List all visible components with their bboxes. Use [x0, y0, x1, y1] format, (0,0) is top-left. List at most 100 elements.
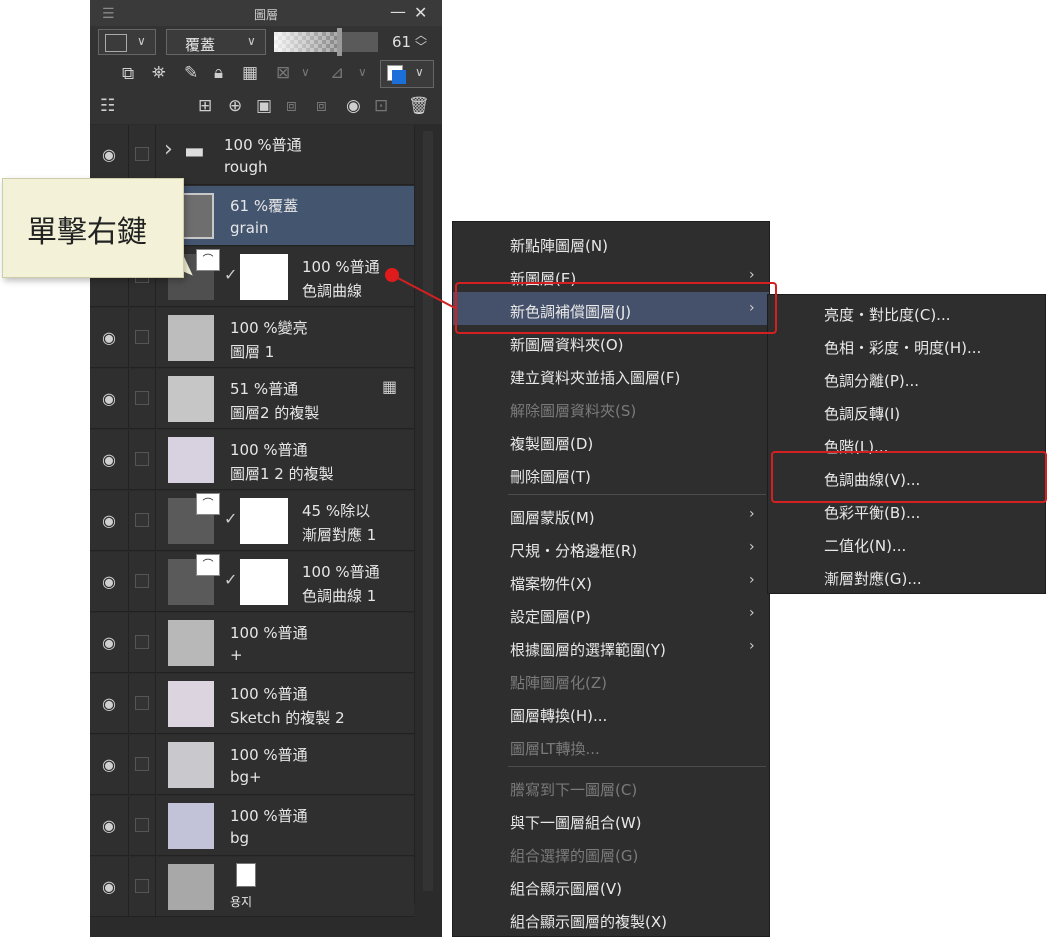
layer-blend-opacity: 100 %普通 — [230, 746, 308, 764]
visibility-eye-icon[interactable]: ◉ — [102, 877, 116, 896]
blend-mode-dropdown[interactable]: 覆蓋 ∨ — [166, 29, 266, 55]
draft-layer-icon[interactable]: ✎ — [184, 63, 198, 83]
layer-panel: ☰ 圖層 — ✕ ∨ 覆蓋 ∨ 61 ︿ ﹀ ⧉ ⛯ ✎ 🔒︎ ▦ ⊠ ∨ ⊿ ∨ — [90, 0, 442, 937]
visibility-eye-icon[interactable]: ◉ — [102, 389, 116, 408]
new-folder-icon[interactable]: ▣ — [256, 96, 272, 116]
context-menu-item[interactable]: 建立資料夾並插入圖層(F) — [453, 358, 769, 391]
visibility-eye-icon[interactable]: ◉ — [102, 145, 116, 164]
submenu-item-label: 二值化(N)... — [824, 537, 907, 555]
opacity-handle[interactable] — [337, 28, 342, 56]
submenu-item[interactable]: 色調分離(P)... — [768, 362, 1045, 395]
minimize-button[interactable]: — — [390, 2, 406, 21]
chevron-down-icon: ∨ — [247, 34, 256, 48]
layer-select-checkbox[interactable] — [135, 696, 149, 710]
layer-select-checkbox[interactable] — [135, 452, 149, 466]
layer-row[interactable]: ◉ 100 %普通 bg — [90, 796, 414, 856]
context-menu-item[interactable]: 圖層蒙版(M) › — [453, 498, 769, 531]
context-menu-item[interactable]: 新點陣圖層(N) — [453, 226, 769, 259]
visibility-eye-icon[interactable]: ◉ — [102, 450, 116, 469]
submenu-item-label: 色調反轉(I) — [824, 405, 901, 423]
blend-mode-value: 覆蓋 — [185, 36, 216, 54]
submenu-item[interactable]: 色相・彩度・明度(H)... — [768, 329, 1045, 362]
visibility-eye-icon[interactable]: ◉ — [102, 694, 116, 713]
submenu-item[interactable]: 漸層對應(G)... — [768, 560, 1045, 593]
context-menu-item[interactable]: 檔案物件(X) › — [453, 564, 769, 597]
transfer-down-icon[interactable]: ⧈ — [286, 96, 297, 116]
menu-item-label: 刪除圖層(T) — [510, 468, 591, 486]
layer-list-icon[interactable]: ☷ — [100, 96, 115, 116]
visibility-eye-icon[interactable]: ◉ — [102, 511, 116, 530]
opacity-slider[interactable] — [274, 28, 378, 56]
expression-color-dropdown[interactable]: ∨ — [98, 29, 156, 55]
layer-row[interactable]: ◉ 100 %普通 + — [90, 613, 414, 673]
chevron-down-icon[interactable]: ∨ — [301, 65, 310, 79]
layer-row[interactable]: ◉ 100 %變亮 圖層 1 — [90, 308, 414, 368]
context-menu-item[interactable]: 與下一圖層組合(W) — [453, 803, 769, 836]
menu-item-label: 圖層轉換(H)... — [510, 707, 608, 725]
layer-list-scrollbar[interactable] — [414, 125, 442, 903]
delete-layer-icon[interactable]: 🗑︎ — [408, 96, 430, 116]
chevron-down-icon: ∨ — [137, 34, 146, 48]
context-menu-item: 圖層LT轉換... — [453, 729, 769, 762]
layer-select-checkbox[interactable] — [135, 574, 149, 588]
layer-row[interactable]: ◉ 100 %普通 Sketch 的複製 2 — [90, 674, 414, 734]
layer-name: 용지 — [230, 895, 253, 909]
visibility-eye-icon[interactable]: ◉ — [102, 572, 116, 591]
folder-expand-icon[interactable]: › — [164, 137, 173, 162]
layer-select-checkbox[interactable] — [135, 818, 149, 832]
menu-item-label: 組合顯示圖層(V) — [510, 880, 622, 898]
scroll-track[interactable] — [423, 131, 433, 891]
layer-name: + — [230, 646, 243, 664]
submenu-item[interactable]: 亮度・對比度(C)... — [768, 296, 1045, 329]
visibility-eye-icon[interactable]: ◉ — [102, 816, 116, 835]
context-menu-item[interactable]: 尺規・分格邊框(R) › — [453, 531, 769, 564]
submenu-item[interactable]: 二值化(N)... — [768, 527, 1045, 560]
visibility-eye-icon[interactable]: ◉ — [102, 755, 116, 774]
context-menu-item[interactable]: 複製圖層(D) — [453, 424, 769, 457]
layer-select-checkbox[interactable] — [135, 513, 149, 527]
close-button[interactable]: ✕ — [414, 3, 427, 22]
mask-link-icon: ✓ — [224, 509, 238, 528]
context-menu-item: 組合選擇的圖層(G) — [453, 836, 769, 869]
ruler-icon[interactable]: ⊿ — [330, 63, 344, 83]
context-menu-item[interactable]: 組合顯示圖層的複製(X) — [453, 902, 769, 935]
submenu-item[interactable]: 色調反轉(I) — [768, 395, 1045, 428]
submenu-arrow-icon: › — [749, 638, 755, 654]
layer-color-dropdown[interactable]: ∨ — [380, 60, 434, 88]
apply-mask-icon[interactable]: ⊡ — [374, 96, 388, 116]
layer-select-checkbox[interactable] — [135, 147, 149, 161]
clip-to-layer-below-icon[interactable]: ⧉ — [122, 64, 134, 84]
context-menu-item[interactable]: 設定圖層(P) › — [453, 597, 769, 630]
layer-row[interactable]: ◉ 용지 — [90, 857, 414, 917]
layer-select-checkbox[interactable] — [135, 391, 149, 405]
chevron-down-icon[interactable]: ∨ — [358, 65, 367, 79]
context-menu-item[interactable]: 圖層轉換(H)... — [453, 696, 769, 729]
merge-down-icon[interactable]: ⧈ — [316, 96, 327, 116]
layer-row[interactable]: ◉ › ▬ 100 %普通 rough — [90, 125, 414, 185]
layer-row[interactable]: ◉ ⌒ ✓ 100 %普通 色調曲線 1 — [90, 552, 414, 612]
layer-thumbnail — [168, 864, 214, 910]
layer-row[interactable]: ◉ 100 %普通 bg+ — [90, 735, 414, 795]
layer-blend-opacity: 100 %普通 — [230, 807, 308, 825]
visibility-eye-icon[interactable]: ◉ — [102, 633, 116, 652]
layer-row[interactable]: ◉ 51 %普通 圖層2 的複製 ▦ — [90, 369, 414, 429]
layer-select-checkbox[interactable] — [135, 635, 149, 649]
layer-row[interactable]: ◉ 100 %普通 圖層1 2 的複製 — [90, 430, 414, 490]
layer-row[interactable]: ◉ ⌒ ✓ 45 %除以 漸層對應 1 — [90, 491, 414, 551]
create-mask-icon[interactable]: ◉ — [346, 96, 361, 116]
layer-select-checkbox[interactable] — [135, 879, 149, 893]
menu-item-label: 圖層LT轉換... — [510, 740, 600, 758]
visibility-eye-icon[interactable]: ◉ — [102, 328, 116, 347]
opacity-spinner[interactable]: ︿ ﹀ — [415, 29, 427, 53]
lock-layer-icon[interactable]: 🔒︎ — [214, 63, 223, 83]
new-raster-layer-icon[interactable]: ⊞ — [198, 96, 212, 116]
layer-select-checkbox[interactable] — [135, 330, 149, 344]
lock-transparency-icon[interactable]: ▦ — [242, 63, 258, 83]
new-vector-layer-icon[interactable]: ⊕ — [228, 96, 242, 116]
mask-enable-icon[interactable]: ⊠ — [276, 63, 290, 83]
context-menu-item[interactable]: 刪除圖層(T) — [453, 457, 769, 490]
context-menu-item[interactable]: 組合顯示圖層(V) — [453, 869, 769, 902]
layer-select-checkbox[interactable] — [135, 757, 149, 771]
context-menu-item[interactable]: 根據圖層的選擇範圍(Y) › — [453, 630, 769, 663]
reference-layer-icon[interactable]: ⛯ — [152, 63, 166, 83]
